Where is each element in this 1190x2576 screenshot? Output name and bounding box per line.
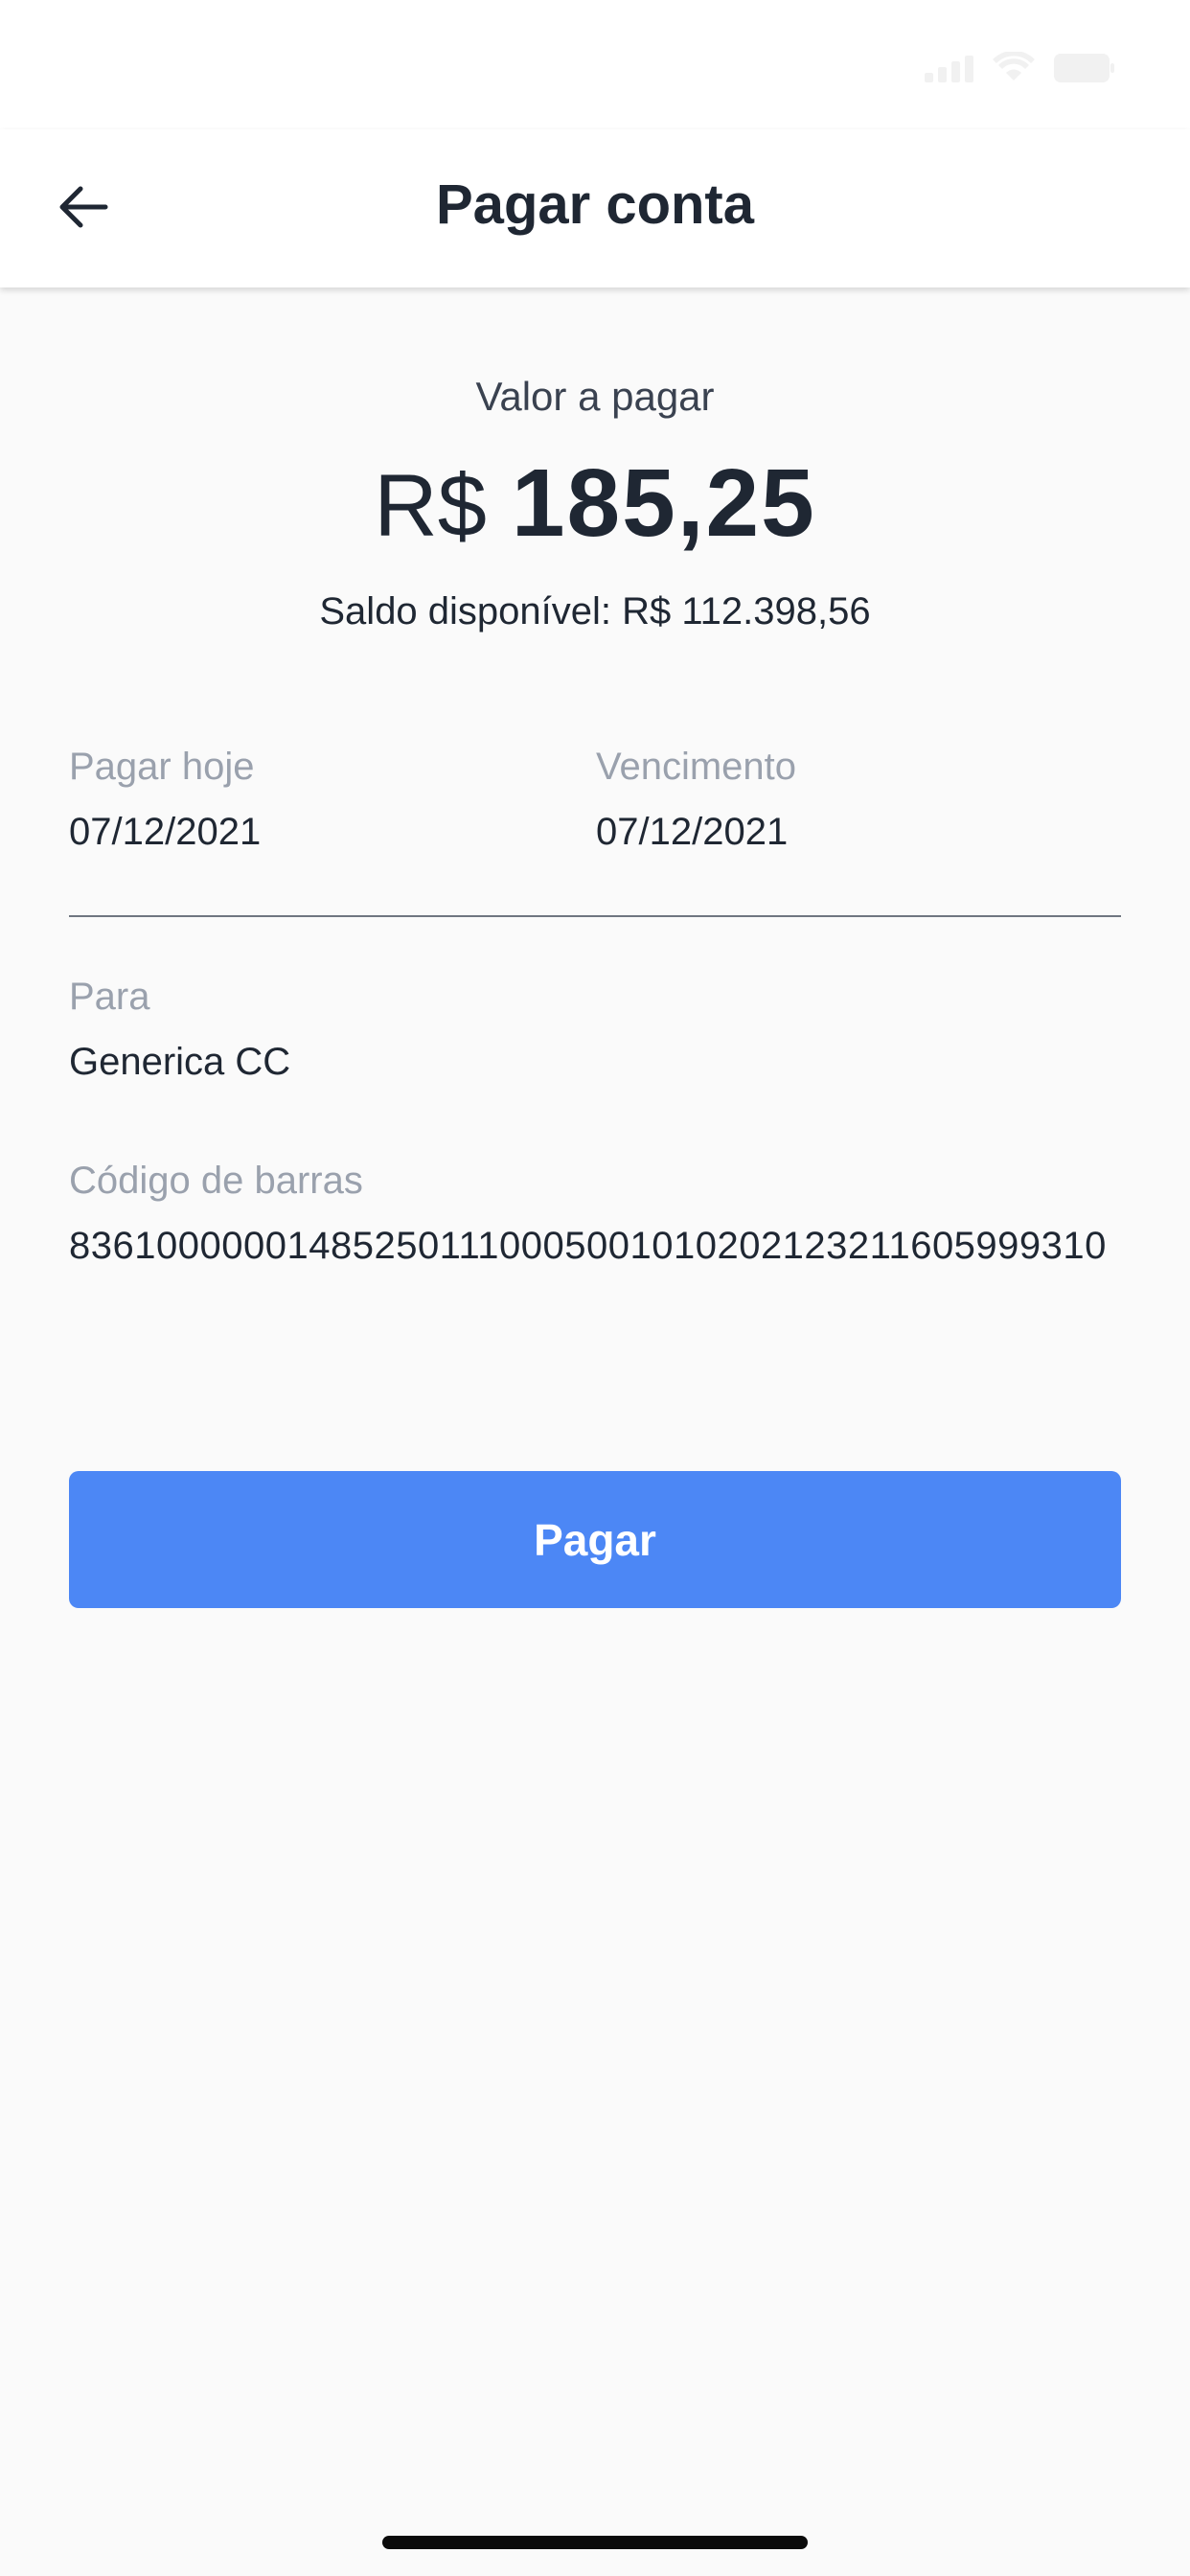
home-indicator[interactable]: [382, 2536, 808, 2549]
wifi-icon: [993, 52, 1035, 82]
recipient-label: Para: [69, 976, 150, 1018]
recipient-value: Generica CC: [69, 1041, 291, 1083]
status-time: 10:30: [103, 37, 230, 91]
amount-label: Valor a pagar: [475, 374, 715, 419]
barcode-field: Código de barras 83610000001485250111000…: [69, 1158, 1133, 1270]
due-date-field: Vencimento 07/12/2021: [596, 744, 796, 856]
pay-button[interactable]: Pagar: [69, 1471, 1121, 1608]
amount-display: R$ 185,25: [0, 448, 1190, 559]
pay-today-value: 07/12/2021: [69, 811, 262, 853]
pay-today-label: Pagar hoje: [69, 746, 255, 788]
divider: [69, 915, 1121, 917]
amount-value: 185,25: [511, 449, 816, 557]
app-header: Pagar conta: [0, 129, 1190, 288]
page-title: Pagar conta: [436, 173, 754, 236]
barcode-label: Código de barras: [69, 1160, 363, 1202]
available-balance: Saldo disponível: R$ 112.398,56: [319, 590, 871, 632]
status-icons: [925, 50, 1115, 82]
due-date-value: 07/12/2021: [596, 811, 789, 853]
recipient-field: Para Generica CC: [69, 974, 290, 1086]
currency-symbol: R$: [374, 457, 487, 555]
battery-icon: [1054, 54, 1115, 82]
status-bar: 10:30: [0, 0, 1190, 129]
due-date-label: Vencimento: [596, 746, 797, 788]
pay-today-field: Pagar hoje 07/12/2021: [69, 744, 261, 856]
barcode-value: 8361000000148525011100050010102021232116…: [69, 1225, 1107, 1267]
cellular-signal-icon: [925, 54, 973, 82]
